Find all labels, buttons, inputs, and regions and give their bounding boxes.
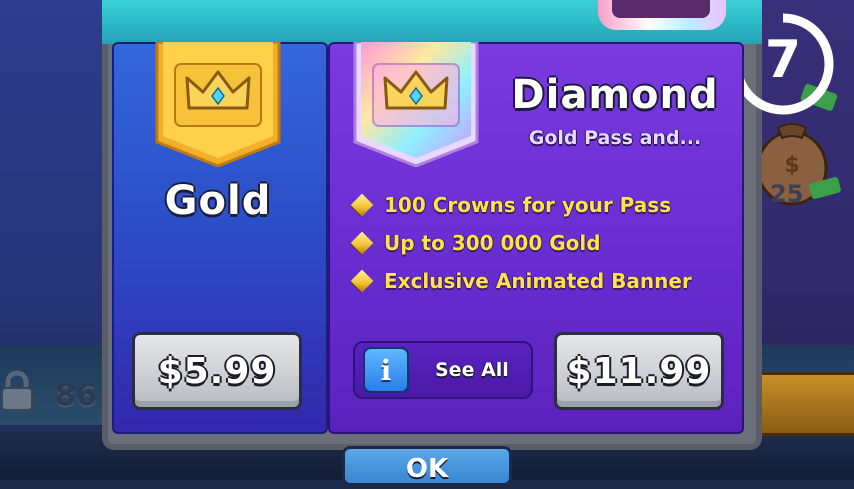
feature-text: 100 Crowns for your Pass [384,193,672,217]
info-icon: i [363,347,409,393]
feature-item: Exclusive Animated Banner [350,262,730,300]
top-chest-inner [612,0,710,18]
gold-price-label: $5.99 [157,350,277,392]
diamond-buy-button[interactable]: $11.99 [554,332,724,410]
see-all-label: See All [435,359,509,381]
gold-buy-button[interactable]: $5.99 [132,332,302,410]
diamond-tier-title: Diamond [511,72,719,118]
diamond-bullet-icon [350,231,374,255]
feature-item: Up to 300 000 Gold [350,224,730,262]
diamond-price-label: $11.99 [566,350,712,392]
feature-text: Up to 300 000 Gold [384,231,601,255]
feature-text: Exclusive Animated Banner [384,269,692,293]
timer-number: 7 [764,30,802,90]
diamond-feature-list: 100 Crowns for your Pass Up to 300 000 G… [350,186,730,300]
see-all-button[interactable]: i See All [353,341,533,399]
svg-text:$: $ [784,153,799,178]
gold-crown-banner-icon [155,42,281,167]
chest-icon [750,372,854,436]
diamond-subtitle: Gold Pass and... [528,127,702,149]
lock-icon [1,370,33,411]
lock-count: 86 [55,378,97,413]
gold-tier-title: Gold [164,178,272,224]
ok-button[interactable]: OK [342,446,512,486]
diamond-crown-banner-icon [353,42,479,167]
diamond-bullet-icon [350,193,374,217]
feature-item: 100 Crowns for your Pass [350,186,730,224]
diamond-bullet-icon [350,269,374,293]
bag-count: 25 [770,180,804,208]
